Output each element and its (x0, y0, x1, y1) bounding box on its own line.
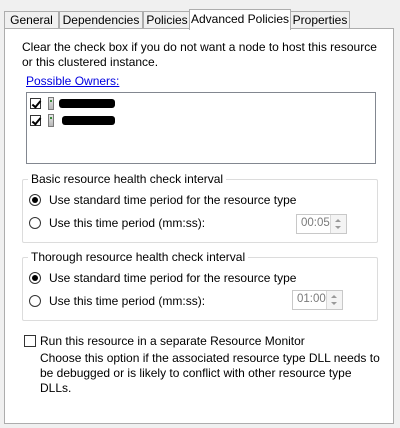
thorough-standard-radio[interactable] (29, 272, 41, 284)
redacted-node-name (62, 116, 115, 125)
tab-properties[interactable]: Properties (290, 11, 350, 28)
thorough-time-spinner[interactable]: 01:00 (292, 290, 343, 310)
separate-monitor-checkbox[interactable] (24, 335, 36, 347)
tab-general[interactable]: General (4, 11, 59, 28)
spin-up-icon[interactable] (335, 219, 341, 222)
thorough-custom-label: Use this time period (mm:ss): (49, 294, 206, 308)
thorough-health-check-group (22, 257, 378, 321)
thorough-health-check-legend: Thorough resource health check interval (28, 250, 249, 264)
redacted-node-name (59, 99, 115, 108)
basic-custom-radio[interactable] (29, 217, 41, 229)
server-node-icon (48, 97, 54, 110)
intro-text: Clear the check box if you do not want a… (22, 40, 377, 69)
owner-checkbox[interactable] (30, 98, 41, 109)
spinner-arrows[interactable] (330, 215, 346, 233)
owner-checkbox[interactable] (30, 115, 41, 126)
tab-advanced-policies[interactable]: Advanced Policies (189, 9, 291, 30)
basic-time-value: 00:05 (301, 217, 330, 229)
thorough-time-value: 01:00 (297, 293, 326, 305)
possible-owners-link[interactable]: Possible Owners: (26, 74, 119, 88)
possible-owners-list[interactable] (26, 92, 376, 164)
basic-custom-label: Use this time period (mm:ss): (49, 216, 206, 230)
separate-monitor-description: Choose this option if the associated res… (40, 351, 380, 395)
tab-dependencies[interactable]: Dependencies (59, 11, 143, 28)
tab-policies[interactable]: Policies (143, 11, 191, 28)
separate-monitor-label[interactable]: Run this resource in a separate Resource… (40, 334, 305, 348)
spin-up-icon[interactable] (331, 295, 337, 298)
basic-time-spinner[interactable]: 00:05 (296, 214, 347, 234)
spin-down-icon[interactable] (331, 302, 337, 305)
basic-standard-radio[interactable] (29, 194, 41, 206)
spinner-arrows[interactable] (326, 291, 342, 309)
basic-standard-label: Use standard time period for the resourc… (49, 193, 297, 207)
basic-health-check-legend: Basic resource health check interval (28, 172, 227, 186)
server-node-icon (48, 114, 54, 127)
thorough-custom-radio[interactable] (29, 295, 41, 307)
thorough-standard-label: Use standard time period for the resourc… (49, 271, 297, 285)
spin-down-icon[interactable] (335, 226, 341, 229)
